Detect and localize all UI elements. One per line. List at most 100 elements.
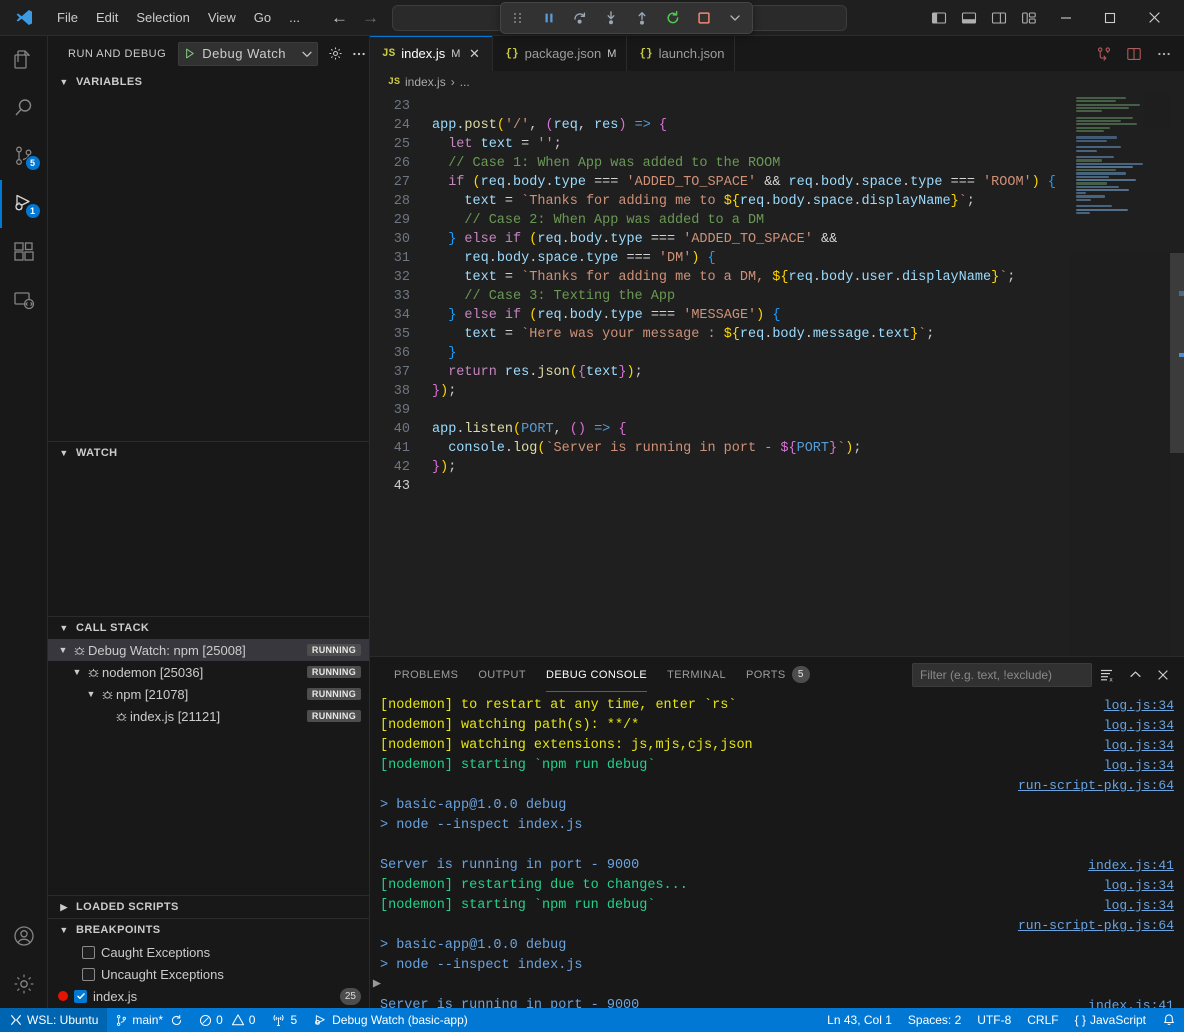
breakpoint-checkbox[interactable]	[82, 968, 95, 981]
console-source-link[interactable]: log.js:34	[1104, 896, 1174, 916]
debug-console-output[interactable]: [nodemon] to restart at any time, enter …	[370, 692, 1184, 1008]
debug-step-out-icon[interactable]	[633, 9, 651, 27]
debug-pause-icon[interactable]	[540, 9, 558, 27]
console-source-link[interactable]: run-script-pkg.js:64	[1018, 916, 1174, 936]
gear-icon[interactable]	[324, 43, 346, 65]
status-notifications[interactable]	[1154, 1008, 1184, 1032]
section-header-variables[interactable]: ▼ VARIABLES	[48, 71, 369, 93]
activity-item-run-and-debug[interactable]: 1	[0, 180, 48, 228]
activity-item-explorer[interactable]	[0, 36, 48, 84]
section-header-call-stack[interactable]: ▼ CALL STACK	[48, 617, 369, 639]
call-stack-row[interactable]: ▼ Debug Watch: npm [25008] RUNNING	[48, 639, 369, 661]
call-stack-row[interactable]: ▼ nodemon [25036] RUNNING	[48, 661, 369, 683]
debug-step-into-icon[interactable]	[602, 9, 620, 27]
section-header-breakpoints[interactable]: ▼ BREAKPOINTS	[48, 919, 369, 941]
customize-layout-icon[interactable]	[1014, 4, 1044, 32]
call-stack-row[interactable]: index.js [21121] RUNNING	[48, 705, 369, 727]
collapse-panel-icon[interactable]	[1122, 663, 1148, 687]
chevron-down-icon[interactable]: ▼	[70, 667, 84, 677]
activity-item-source-control[interactable]: 5	[0, 132, 48, 180]
line-number-gutter[interactable]: 23 24 25 26 27 28 29 30 31 32 33 34 35 3…	[370, 97, 432, 496]
breakpoint-row[interactable]: index.js 25	[48, 985, 369, 1007]
breakpoint-checkbox[interactable]	[74, 990, 87, 1003]
breakpoint-checkbox[interactable]	[82, 946, 95, 959]
menu-file[interactable]: File	[48, 7, 87, 28]
console-source-link[interactable]: log.js:34	[1104, 716, 1174, 736]
close-icon[interactable]: ✕	[466, 46, 482, 62]
status-remote-host[interactable]: WSL: Ubuntu	[0, 1008, 107, 1032]
clear-console-icon[interactable]: x	[1094, 663, 1120, 687]
chevron-down-icon[interactable]: ▼	[56, 645, 70, 655]
console-source-link[interactable]: log.js:34	[1104, 876, 1174, 896]
window-minimize-button[interactable]	[1044, 0, 1088, 36]
code-editor[interactable]: 23 24 25 26 27 28 29 30 31 32 33 34 35 3…	[370, 93, 1184, 656]
editor-more-actions-icon[interactable]	[1150, 40, 1178, 68]
status-branch[interactable]: main*	[107, 1008, 191, 1032]
breakpoint-row[interactable]: Caught Exceptions	[48, 941, 369, 963]
menu-selection[interactable]: Selection	[127, 7, 198, 28]
breadcrumb: JS index.js › ...	[370, 71, 1184, 93]
editor-vertical-scrollbar[interactable]	[1170, 93, 1184, 656]
menu-go[interactable]: Go	[245, 7, 280, 28]
status-language-mode[interactable]: { } JavaScript	[1067, 1008, 1154, 1032]
tab-index-js[interactable]: JS index.js M ✕	[370, 36, 493, 71]
console-input-chevron-icon[interactable]: ▶	[370, 976, 384, 994]
tab-debug-console[interactable]: DEBUG CONSOLE	[536, 657, 657, 692]
status-encoding[interactable]: UTF-8	[969, 1008, 1019, 1032]
split-editor-icon[interactable]	[1120, 40, 1148, 68]
debug-more-icon[interactable]	[726, 9, 744, 27]
section-header-loaded-scripts[interactable]: ▶ LOADED SCRIPTS	[48, 896, 369, 918]
menu-view[interactable]: View	[199, 7, 245, 28]
breadcrumb-rest[interactable]: ...	[460, 75, 470, 89]
menu-more[interactable]: ...	[280, 7, 309, 28]
activity-item-manage-settings[interactable]	[0, 960, 48, 1008]
window-maximize-button[interactable]	[1088, 0, 1132, 36]
toggle-secondary-sidebar-icon[interactable]	[984, 4, 1014, 32]
go-back-icon[interactable]: ←	[331, 9, 348, 26]
status-cursor-position[interactable]: Ln 43, Col 1	[819, 1008, 900, 1032]
status-problems[interactable]: 0 0	[191, 1008, 263, 1032]
toggle-panel-icon[interactable]	[954, 4, 984, 32]
tab-package-json[interactable]: {} package.json M	[493, 36, 627, 71]
console-filter-input[interactable]: Filter (e.g. text, !exclude)	[912, 663, 1092, 687]
call-stack-row[interactable]: ▼ npm [21078] RUNNING	[48, 683, 369, 705]
activity-item-accounts[interactable]	[0, 912, 48, 960]
console-source-link[interactable]: index.js:41	[1088, 996, 1174, 1008]
tab-problems[interactable]: PROBLEMS	[384, 657, 468, 692]
editor-minimap[interactable]	[1070, 93, 1170, 656]
close-panel-icon[interactable]	[1150, 663, 1176, 687]
debug-restart-icon[interactable]	[664, 9, 682, 27]
console-source-link[interactable]: log.js:34	[1104, 756, 1174, 776]
tab-ports[interactable]: PORTS 5	[736, 657, 820, 692]
watch-list[interactable]	[48, 464, 369, 616]
console-source-link[interactable]: index.js:41	[1088, 856, 1174, 876]
activity-item-search[interactable]	[0, 84, 48, 132]
menu-edit[interactable]: Edit	[87, 7, 127, 28]
status-eol[interactable]: CRLF	[1019, 1008, 1066, 1032]
breakpoint-row[interactable]: Uncaught Exceptions	[48, 963, 369, 985]
section-header-watch[interactable]: ▼ WATCH	[48, 442, 369, 464]
console-source-link[interactable]: run-script-pkg.js:64	[1018, 776, 1174, 796]
go-forward-icon[interactable]: →	[362, 9, 379, 26]
breadcrumb-file[interactable]: index.js	[405, 75, 446, 89]
status-indentation[interactable]: Spaces: 2	[900, 1008, 969, 1032]
debug-configuration-select[interactable]: Debug Watch	[178, 42, 318, 66]
tab-terminal[interactable]: TERMINAL	[657, 657, 736, 692]
status-ports[interactable]: 5	[263, 1008, 305, 1032]
debug-step-over-icon[interactable]	[571, 9, 589, 27]
tab-launch-json[interactable]: {} launch.json	[627, 36, 735, 71]
debug-toolbar-drag-handle-icon[interactable]	[509, 9, 527, 27]
chevron-down-icon[interactable]: ▼	[84, 689, 98, 699]
activity-item-extensions[interactable]	[0, 228, 48, 276]
status-debug-session[interactable]: Debug Watch (basic-app)	[305, 1008, 476, 1032]
toggle-primary-sidebar-icon[interactable]	[924, 4, 954, 32]
window-close-button[interactable]	[1132, 0, 1176, 36]
tab-output[interactable]: OUTPUT	[468, 657, 536, 692]
activity-item-remote-explorer[interactable]	[0, 276, 48, 324]
compare-changes-icon[interactable]	[1090, 40, 1118, 68]
sidebar-more-actions-icon[interactable]	[348, 43, 370, 65]
console-source-link[interactable]: log.js:34	[1104, 696, 1174, 716]
console-source-link[interactable]: log.js:34	[1104, 736, 1174, 756]
variables-list[interactable]	[48, 93, 369, 441]
debug-stop-icon[interactable]	[695, 9, 713, 27]
